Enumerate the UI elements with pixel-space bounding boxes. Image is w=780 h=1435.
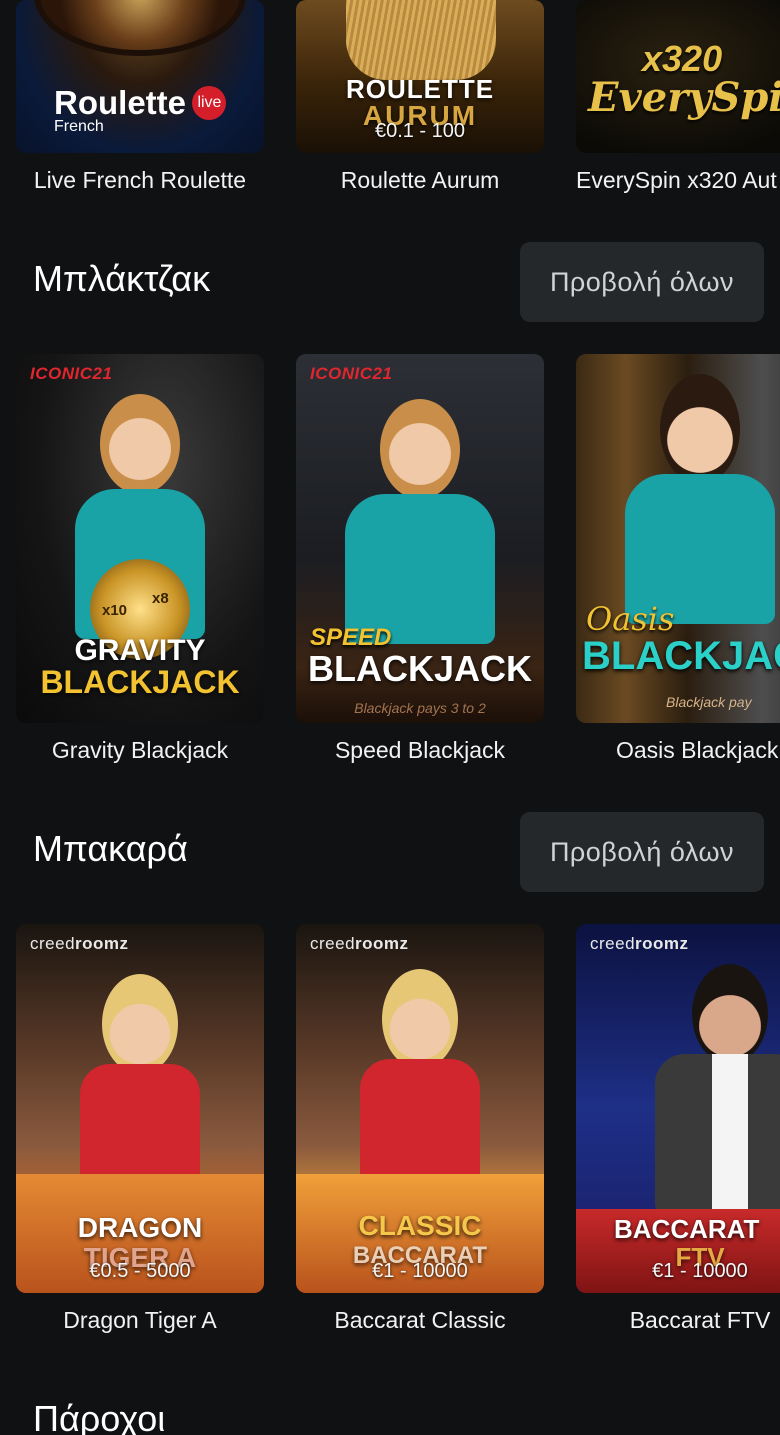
game-title[interactable]: Live French Roulette <box>16 167 264 194</box>
roulette-games-row: Roulette live French Live French Roulett… <box>0 0 780 215</box>
section-title: Μπακαρά <box>33 828 188 869</box>
section-title: Πάροχοι <box>33 1398 166 1435</box>
game-card-everyspin-x320[interactable]: x320 EverySpi EverySpin x320 Aut <box>576 0 780 194</box>
game-card-baccarat-classic[interactable]: creedroomz CLASSIC BACCARAT €1 - 10000 B… <box>296 924 544 1334</box>
providers-section-header: Πάροχοι <box>0 1382 780 1435</box>
dealer-image <box>660 374 740 484</box>
dealer-image <box>102 974 178 1074</box>
dealer-image <box>100 394 180 494</box>
game-thumbnail[interactable]: x320 EverySpi <box>576 0 780 153</box>
blackjack-games-row: ICONIC21 x10 x8 GRAVITY BLACKJACK Gravit… <box>0 354 780 794</box>
game-title[interactable]: Baccarat Classic <box>296 1307 544 1334</box>
section-title: Μπλάκτζακ <box>33 258 211 299</box>
game-card-live-french-roulette[interactable]: Roulette live French Live French Roulett… <box>16 0 264 194</box>
game-thumbnail[interactable]: Oasis BLACKJAC Blackjack pay <box>576 354 780 723</box>
game-card-roulette-aurum[interactable]: ROULETTE AURUM €0.1 - 100 Roulette Aurum <box>296 0 544 194</box>
game-title[interactable]: Speed Blackjack <box>296 737 544 764</box>
game-thumbnail[interactable]: ICONIC21 SPEED BLACKJACK Blackjack pays … <box>296 354 544 723</box>
game-card-oasis-blackjack[interactable]: Oasis BLACKJAC Blackjack pay Oasis Black… <box>576 354 780 764</box>
game-title[interactable]: Gravity Blackjack <box>16 737 264 764</box>
provider-logo: creedroomz <box>310 934 409 953</box>
game-card-dragon-tiger-a[interactable]: creedroomz DRAGON TIGER A €0.5 - 5000 Dr… <box>16 924 264 1334</box>
game-card-gravity-blackjack[interactable]: ICONIC21 x10 x8 GRAVITY BLACKJACK Gravit… <box>16 354 264 764</box>
bet-limits: €0.5 - 5000 <box>89 1260 191 1282</box>
provider-logo: ICONIC21 <box>310 364 393 383</box>
game-thumbnail[interactable]: creedroomz CLASSIC BACCARAT €1 - 10000 <box>296 924 544 1293</box>
provider-logo: creedroomz <box>30 934 129 953</box>
game-card-speed-blackjack[interactable]: ICONIC21 SPEED BLACKJACK Blackjack pays … <box>296 354 544 764</box>
baccarat-section-header: Μπακαρά Προβολή όλων <box>0 812 780 892</box>
live-badge: live <box>192 86 227 120</box>
game-title[interactable]: Roulette Aurum <box>296 167 544 194</box>
blackjack-section-header: Μπλάκτζακ Προβολή όλων <box>0 242 780 322</box>
game-thumbnail[interactable]: ICONIC21 x10 x8 GRAVITY BLACKJACK <box>16 354 264 723</box>
baccarat-games-row: creedroomz DRAGON TIGER A €0.5 - 5000 Dr… <box>0 924 780 1364</box>
game-thumbnail[interactable]: ROULETTE AURUM €0.1 - 100 <box>296 0 544 153</box>
dealer-image <box>380 399 460 499</box>
view-all-button[interactable]: Προβολή όλων <box>520 242 764 322</box>
game-title[interactable]: Dragon Tiger A <box>16 1307 264 1334</box>
provider-logo: creedroomz <box>590 934 689 953</box>
bet-limits: €1 - 10000 <box>372 1260 468 1282</box>
game-card-baccarat-ftv[interactable]: creedroomz BACCARAT FTV €1 - 10000 Bacca… <box>576 924 780 1334</box>
dealer-image <box>382 969 458 1069</box>
bet-limits: €0.1 - 100 <box>374 120 466 142</box>
provider-logo: ICONIC21 <box>30 364 113 383</box>
roulette-wheel-icon <box>40 0 240 50</box>
bet-limits: €1 - 10000 <box>652 1260 748 1282</box>
roulette-logo: Roulette live French <box>54 84 227 136</box>
dealer-image <box>691 964 768 1064</box>
view-all-button[interactable]: Προβολή όλων <box>520 812 764 892</box>
game-title[interactable]: EverySpin x320 Aut <box>576 167 780 194</box>
game-title[interactable]: Oasis Blackjack <box>576 737 780 764</box>
game-thumbnail[interactable]: creedroomz DRAGON TIGER A €0.5 - 5000 <box>16 924 264 1293</box>
game-thumbnail[interactable]: creedroomz BACCARAT FTV €1 - 10000 <box>576 924 780 1293</box>
game-thumbnail[interactable]: Roulette live French <box>16 0 264 153</box>
dealer-dress-image <box>346 0 496 80</box>
game-title[interactable]: Baccarat FTV <box>576 1307 780 1334</box>
